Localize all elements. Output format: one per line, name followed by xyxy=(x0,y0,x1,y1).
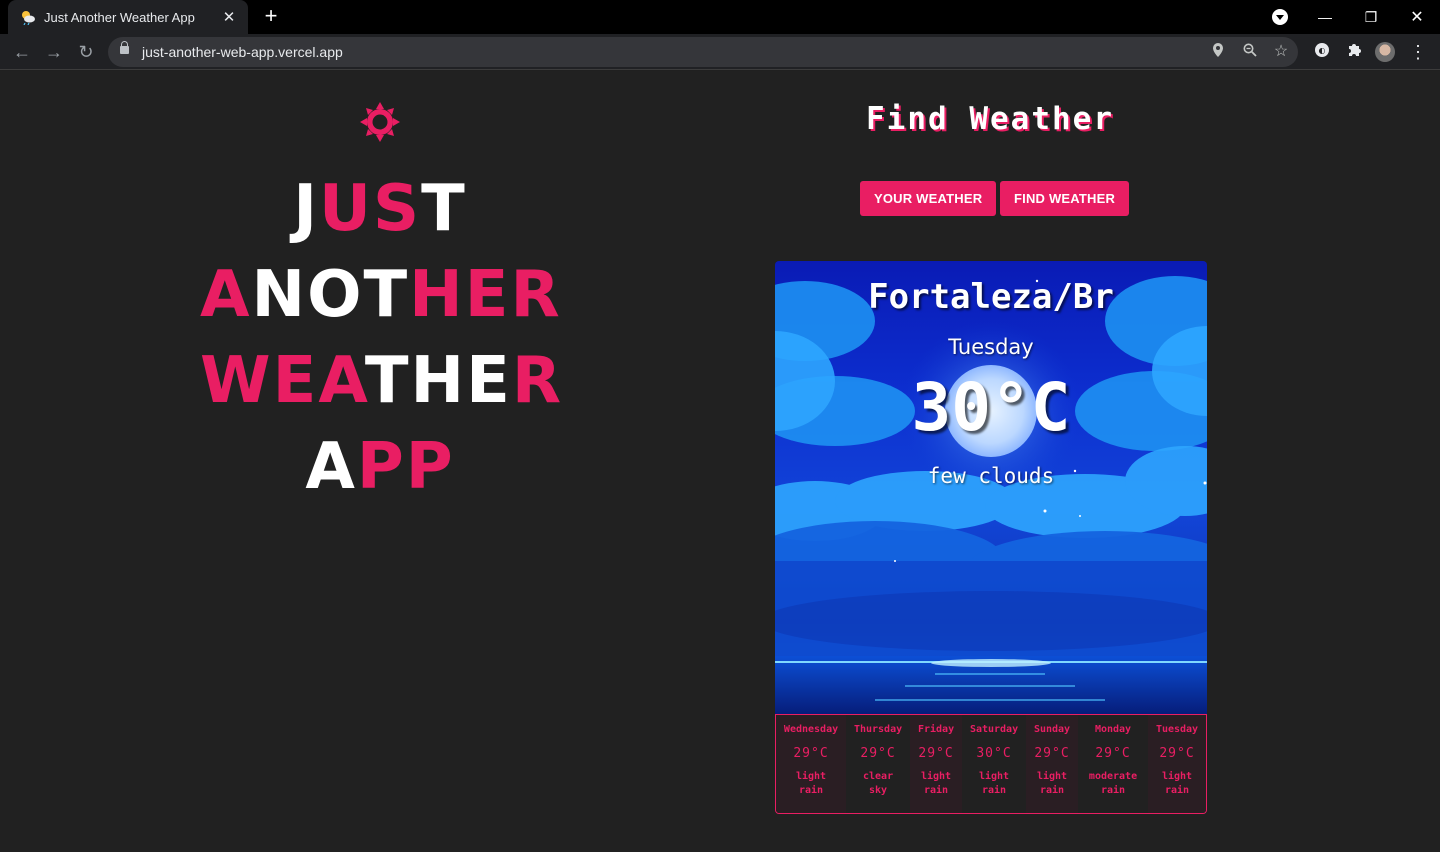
forecast-desc: light rain xyxy=(910,770,962,798)
forecast-desc-line: rain xyxy=(1039,785,1065,796)
extension-icon[interactable]: ◐ xyxy=(1312,42,1332,62)
page-title: Find Weather xyxy=(866,101,1114,137)
page-content: JUST ANOTHER WEATHER APP Find Weather YO… xyxy=(0,71,1440,852)
logo-letters: A xyxy=(305,430,357,504)
avatar[interactable] xyxy=(1375,42,1395,62)
forecast-desc: light rain xyxy=(1148,770,1206,798)
location-icon[interactable] xyxy=(1209,43,1227,61)
forecast-day: Monday 29°C moderate rain xyxy=(1078,715,1148,813)
logo-letters: A xyxy=(200,258,252,332)
forecast-temp: 29°C xyxy=(793,746,829,761)
logo-letters: THE xyxy=(364,344,512,418)
menu-kebab-icon[interactable]: ⋮ xyxy=(1408,42,1428,62)
tab-search-icon[interactable] xyxy=(1272,9,1288,25)
forecast-desc-line: sky xyxy=(869,785,888,796)
forecast-day: Sunday 29°C light rain xyxy=(1026,715,1078,813)
new-tab-button[interactable]: + xyxy=(258,4,284,30)
close-tab-icon[interactable]: ✕ xyxy=(220,8,238,26)
forecast-temp: 29°C xyxy=(1159,746,1195,761)
logo-letters: PP xyxy=(356,430,455,504)
app-title-logo: JUST ANOTHER WEATHER APP xyxy=(200,166,564,510)
current-day: Tuesday xyxy=(948,335,1034,359)
logo-line-4: APP xyxy=(200,424,560,510)
forecast-desc-line: rain xyxy=(1100,785,1126,796)
city-name: Fortaleza/Br xyxy=(868,277,1114,317)
restore-button[interactable]: ❐ xyxy=(1348,0,1394,34)
forecast-temp: 29°C xyxy=(918,746,954,761)
logo-letters: T xyxy=(421,172,467,246)
forecast-day: Thursday 29°C clear sky xyxy=(846,715,910,813)
minimize-button[interactable]: — xyxy=(1302,0,1348,34)
logo-line-2: ANOTHER xyxy=(200,252,560,338)
forecast-day: Tuesday 29°C light rain xyxy=(1148,715,1206,813)
address-bar[interactable]: just-another-web-app.vercel.app ☆ xyxy=(108,37,1298,67)
forecast-desc-line: light xyxy=(978,771,1010,782)
forecast-desc: light rain xyxy=(962,770,1026,798)
forecast-temp: 29°C xyxy=(1034,746,1070,761)
forecast-desc-line: rain xyxy=(798,785,824,796)
forecast-temp: 29°C xyxy=(860,746,896,761)
your-weather-button[interactable]: YOUR WEATHER xyxy=(860,181,997,216)
forecast-desc-line: moderate xyxy=(1088,771,1138,782)
forecast-desc-line: light xyxy=(920,771,952,782)
current-temperature: 30°C xyxy=(911,369,1071,446)
forecast-temp: 29°C xyxy=(1095,746,1131,761)
reload-icon[interactable]: ↻ xyxy=(72,38,100,66)
forecast-day-name: Sunday xyxy=(1033,724,1071,735)
extensions-puzzle-icon[interactable] xyxy=(1344,42,1364,62)
forecast-desc-line: clear xyxy=(862,771,894,782)
forecast-desc: light rain xyxy=(1026,770,1078,798)
forecast-desc-line: light xyxy=(1161,771,1193,782)
forecast-desc: clear sky xyxy=(846,770,910,798)
forecast-day: Saturday 30°C light rain xyxy=(962,715,1026,813)
find-weather-button[interactable]: FIND WEATHER xyxy=(1000,181,1130,216)
url-text: just-another-web-app.vercel.app xyxy=(142,44,343,60)
tab-title: Just Another Weather App xyxy=(44,9,195,25)
bookmark-star-icon[interactable]: ☆ xyxy=(1272,43,1290,61)
logo-letters: J xyxy=(293,172,320,246)
forecast-desc-line: rain xyxy=(923,785,949,796)
forecast-desc-line: rain xyxy=(1164,785,1190,796)
svg-text:◐: ◐ xyxy=(1319,46,1326,55)
forecast-desc: light rain xyxy=(776,770,846,798)
current-weather-card: Fortaleza/Br Tuesday 30°C few clouds xyxy=(775,261,1207,714)
logo-letters: US xyxy=(319,172,422,246)
logo-line-3: WEATHER xyxy=(200,338,564,424)
forecast-day: Wednesday 29°C light rain xyxy=(776,715,847,813)
browser-tab[interactable]: Just Another Weather App ✕ xyxy=(8,0,248,34)
forecast-day-name: Thursday xyxy=(853,724,903,735)
forecast-day: Friday 29°C light rain xyxy=(910,715,963,813)
weather-favicon-icon xyxy=(20,9,36,26)
logo-line-1: JUST xyxy=(200,166,560,252)
forward-icon[interactable]: → xyxy=(40,38,68,66)
back-icon[interactable]: ← xyxy=(8,38,36,66)
browser-toolbar: ← → ↻ just-another-web-app.vercel.app ☆ … xyxy=(0,34,1440,70)
logo-letters: NOT xyxy=(251,258,410,332)
forecast-strip: Wednesday 29°C light rain Thursday 29°C c… xyxy=(775,714,1207,814)
forecast-desc-line: light xyxy=(795,771,827,782)
lock-icon xyxy=(120,41,129,54)
forecast-day-name: Saturday xyxy=(969,724,1019,735)
logo-letters: HER xyxy=(409,258,562,332)
forecast-desc-line: light xyxy=(1036,771,1068,782)
forecast-desc-line: rain xyxy=(981,785,1007,796)
forecast-day-name: Tuesday xyxy=(1155,724,1199,735)
weather-description: few clouds xyxy=(927,464,1055,488)
forecast-day-name: Monday xyxy=(1094,724,1132,735)
forecast-temp: 30°C xyxy=(976,746,1012,761)
forecast-day-name: Wednesday xyxy=(783,724,839,735)
logo-letters: R xyxy=(511,344,564,418)
sun-logo-icon xyxy=(360,102,400,142)
forecast-desc: moderate rain xyxy=(1078,770,1148,798)
zoom-icon[interactable] xyxy=(1241,43,1259,61)
close-window-button[interactable]: ✕ xyxy=(1394,0,1440,34)
forecast-day-name: Friday xyxy=(917,724,955,735)
logo-letters: WEA xyxy=(200,344,365,418)
browser-tab-strip: Just Another Weather App ✕ + — ❐ ✕ xyxy=(0,0,1440,34)
